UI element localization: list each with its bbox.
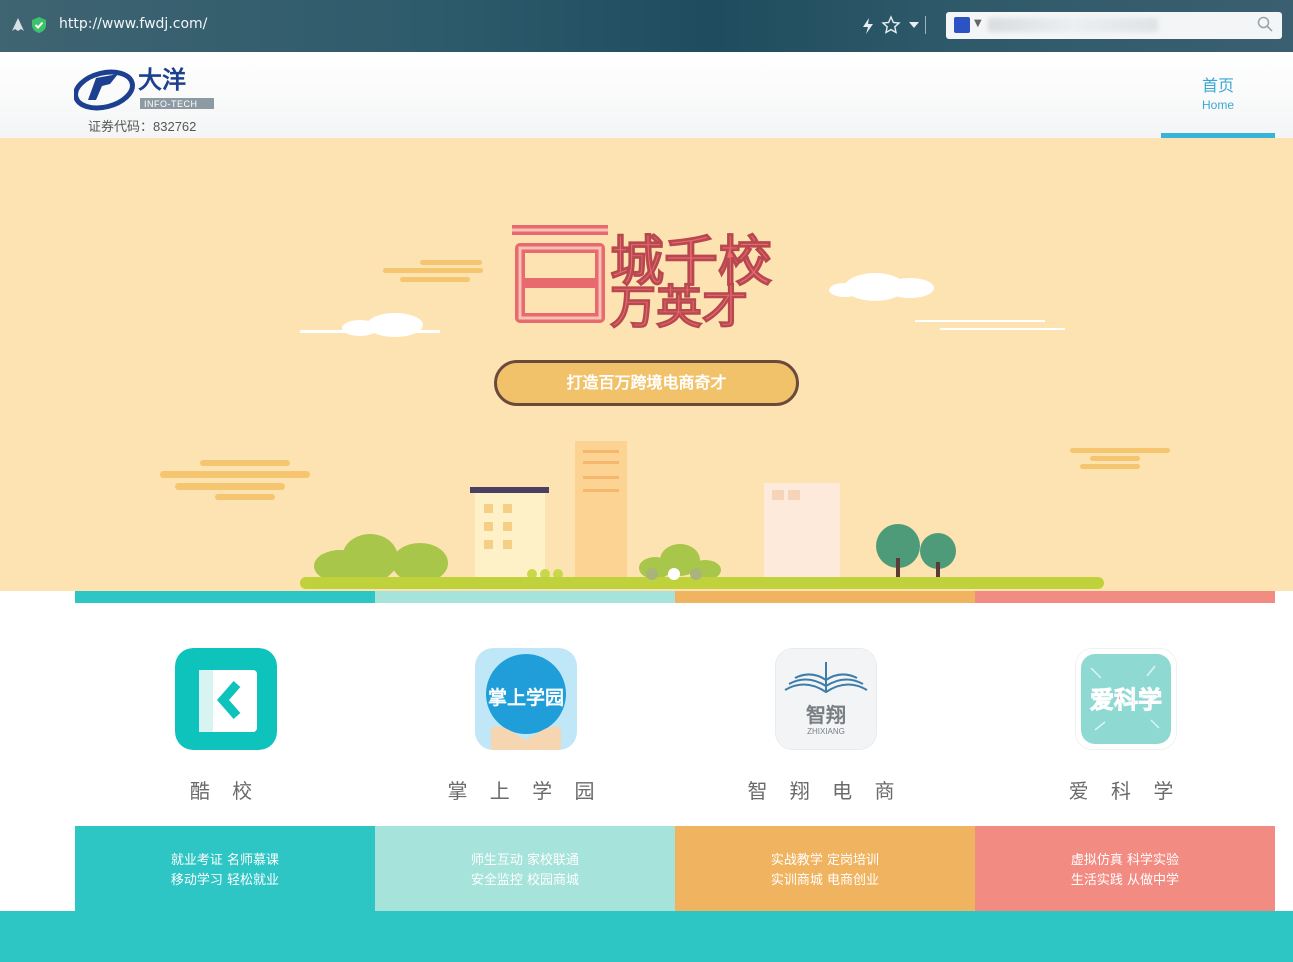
feature-line: 师生互动 家校联通 — [470, 853, 580, 868]
colorbar-zhixiang — [675, 591, 975, 603]
app-card-zhangshang-xueyuan[interactable]: 掌上学园 掌 上 学 园 — [375, 603, 675, 826]
search-icon[interactable] — [1256, 15, 1274, 33]
feature-line: 生活实践 从做中学 — [1070, 873, 1180, 888]
logo-subtext: INFO-TECH — [144, 99, 198, 109]
app-card-kuxiao[interactable]: 酷 校 — [75, 603, 375, 826]
logo-text: 大洋 — [138, 66, 186, 94]
feature-line: 实战教学 定岗培训 — [770, 853, 880, 868]
icon-text: 掌上学园 — [488, 686, 564, 709]
aikexue-icon[interactable]: 爱科学 — [1075, 648, 1177, 750]
nav-home-label: 首页 — [1201, 76, 1234, 95]
icon-text: 智翔 — [806, 703, 846, 727]
security-shield-icon[interactable] — [29, 15, 49, 35]
browser-toolbar: http://www.fwdj.com/ ▼ — [0, 0, 1293, 52]
carousel-dot-active[interactable] — [668, 568, 680, 580]
feature-tile-zhangshang[interactable]: 师生互动 家校联通 安全监控 校园商城 — [375, 826, 675, 911]
stock-code: 证券代码：832762 — [88, 119, 197, 134]
search-engine-icon[interactable] — [954, 17, 970, 33]
hero-banner[interactable]: 城千校 万英才 打造百万跨境电商奇才 — [0, 138, 1293, 591]
svg-text:万英才: 万英才 — [610, 280, 748, 334]
app-name[interactable]: 智 翔 电 商 — [675, 775, 975, 804]
colorbar-aikexue — [975, 591, 1275, 603]
app-card-aikexue[interactable]: 爱科学 爱 科 学 — [975, 603, 1275, 826]
carousel-dot[interactable] — [646, 568, 658, 580]
slogan-button[interactable]: 打造百万跨境电商奇才 — [494, 360, 799, 406]
toolbar-divider — [925, 16, 926, 34]
lightning-icon[interactable] — [861, 17, 875, 35]
footer-bar — [0, 911, 1293, 962]
feature-line: 移动学习 轻松就业 — [170, 873, 280, 888]
feature-line: 就业考证 名师慕课 — [170, 853, 280, 868]
headline-art — [512, 225, 608, 323]
bookmark-star-icon[interactable] — [881, 15, 901, 35]
carousel-dot[interactable] — [690, 568, 702, 580]
feature-tile-kuxiao[interactable]: 就业考证 名师慕课 移动学习 轻松就业 — [75, 826, 375, 911]
app-name[interactable]: 酷 校 — [75, 775, 375, 804]
feature-tile-aikexue[interactable]: 虚拟仿真 科学实验 生活实践 从做中学 — [975, 826, 1275, 911]
chevron-down-icon[interactable] — [908, 21, 920, 29]
nav-home-sublabel: Home — [1201, 98, 1234, 112]
feature-line: 虚拟仿真 科学实验 — [1070, 853, 1180, 868]
app-list: 酷 校 掌上学园 掌 上 学 园 智翔 ZHIXIANG 智 翔 电 商 爱科学… — [75, 603, 1275, 826]
feature-line: 实训商城 电商创业 — [770, 873, 880, 888]
zhixiang-icon[interactable]: 智翔 ZHIXIANG — [775, 648, 877, 750]
kuxiao-icon[interactable] — [175, 648, 277, 750]
search-box[interactable]: ▼ — [946, 12, 1282, 39]
app-name[interactable]: 掌 上 学 园 — [375, 775, 675, 804]
carousel-dots — [646, 565, 712, 584]
nav-home[interactable]: 首页 Home — [1161, 52, 1275, 138]
app-name[interactable]: 爱 科 学 — [975, 775, 1275, 804]
feature-tile-zhixiang[interactable]: 实战教学 定岗培训 实训商城 电商创业 — [675, 826, 975, 911]
icon-text: 爱科学 — [1090, 686, 1162, 714]
icon-subtext: ZHIXIANG — [807, 727, 845, 736]
site-header: 大洋 INFO-TECH 证券代码：832762 首页 Home — [0, 52, 1293, 138]
colorbar-kuxiao — [75, 591, 375, 603]
address-bar[interactable]: http://www.fwdj.com/ — [59, 16, 207, 32]
chevron-down-icon[interactable]: ▼ — [974, 18, 982, 29]
app-card-zhixiang[interactable]: 智翔 ZHIXIANG 智 翔 电 商 — [675, 603, 975, 826]
colorbar-zhangshang — [375, 591, 675, 603]
feature-line: 安全监控 校园商城 — [470, 873, 580, 888]
ghost-icon[interactable] — [8, 15, 28, 35]
zhangshang-xueyuan-icon[interactable]: 掌上学园 — [475, 648, 577, 750]
dayang-logo[interactable]: 大洋 INFO-TECH — [74, 64, 219, 112]
search-input[interactable] — [988, 18, 1158, 32]
